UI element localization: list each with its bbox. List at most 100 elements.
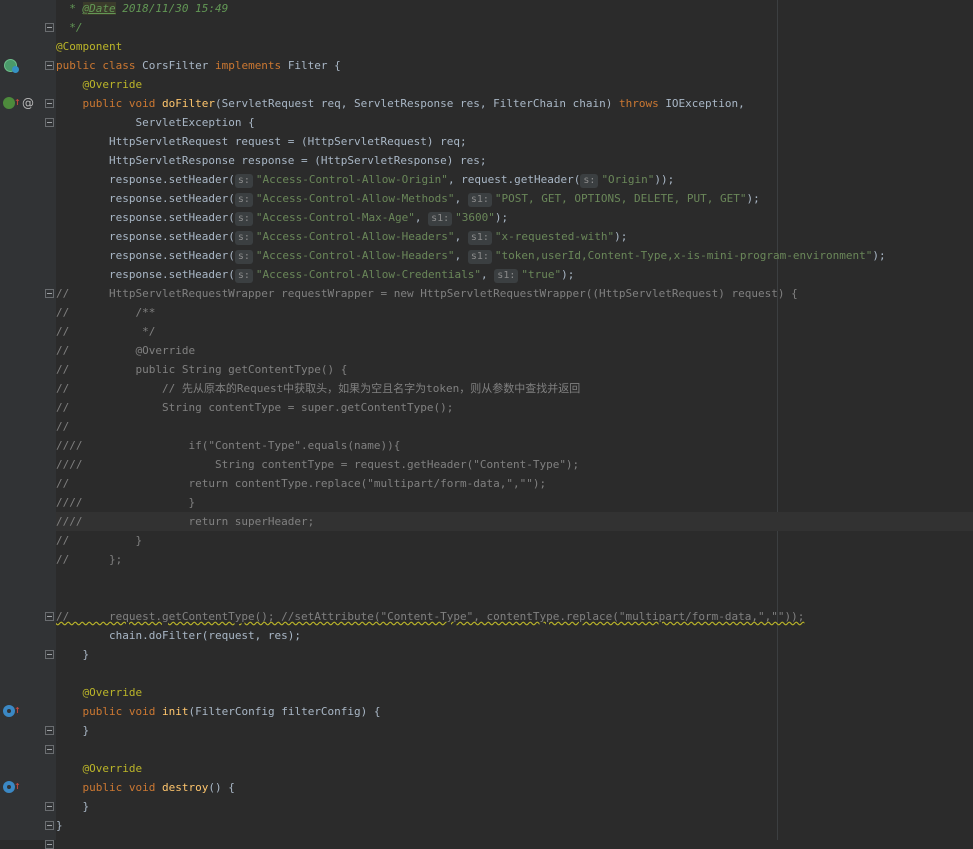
code-token: // public String getContentType() { [56,363,348,376]
code-line[interactable]: response.setHeader(s: "Access-Control-All… [56,227,973,246]
code-line[interactable]: public void doFilter(ServletRequest req,… [56,94,973,113]
code-token: Filter { [287,59,341,72]
code-token: "token,userId,Content-Type,x-is-mini-pro… [494,249,873,262]
code-token: "Access-Control-Allow-Credentials" [255,268,482,281]
code-token: @Date [82,2,116,15]
code-line[interactable]: } [56,816,973,835]
parameter-hint: s: [234,193,253,207]
code-token: IOException, [665,97,745,110]
code-token: public class [56,59,143,72]
code-line[interactable]: response.setHeader(s: "Access-Control-All… [56,170,973,189]
code-token: "x-requested-with" [494,230,615,243]
code-token: ServletException { [135,116,255,129]
code-line[interactable]: HttpServletRequest request = (HttpServle… [56,132,973,151]
code-token: //// } [56,496,196,509]
code-line[interactable]: //// if("Content-Type".equals(name)){ [56,436,973,455]
code-line[interactable]: // [56,417,973,436]
parameter-hint: s: [234,174,253,188]
code-token: implements [214,59,288,72]
code-line[interactable]: // return contentType.replace("multipart… [56,474,973,493]
code-token: } [82,648,90,661]
code-token: chain.doFilter(request, res); [108,629,302,642]
code-token: // // 先从原本的Request中获取头，如果为空且名字为token，则从参… [56,382,581,395]
code-token: public void [82,781,162,794]
code-line[interactable]: @Override [56,75,973,94]
code-line[interactable]: response.setHeader(s: "Access-Control-All… [56,189,973,208]
code-line[interactable]: // }; [56,550,973,569]
code-line[interactable]: } [56,797,973,816]
code-token: @Component [56,40,123,53]
code-token: // @Override [56,344,196,357]
code-line[interactable]: // // 先从原本的Request中获取头，如果为空且名字为token，则从参… [56,379,973,398]
code-line[interactable] [56,588,973,607]
code-token: "Access-Control-Allow-Headers" [255,230,455,243]
code-token: 2018/11/30 15:49 [115,2,229,15]
code-line[interactable]: @Override [56,683,973,702]
code-line[interactable]: @Component [56,37,973,56]
code-token: "Access-Control-Allow-Headers" [255,249,455,262]
code-token: , [454,230,468,243]
code-line[interactable]: //// String contentType = request.getHea… [56,455,973,474]
code-line[interactable]: */ [56,18,973,37]
code-token: response.setHeader( [108,173,235,186]
code-token: // return contentType.replace("multipart… [56,477,547,490]
code-line[interactable]: @Override [56,759,973,778]
code-line[interactable]: response.setHeader(s: "Access-Control-Max… [56,208,973,227]
code-line[interactable]: response.setHeader(s: "Access-Control-All… [56,265,973,284]
code-line[interactable]: // @Override [56,341,973,360]
code-line[interactable]: public class CorsFilter implements Filte… [56,56,973,75]
code-line[interactable]: response.setHeader(s: "Access-Control-All… [56,246,973,265]
code-token: "Access-Control-Allow-Origin" [255,173,448,186]
parameter-hint: s1: [467,193,492,207]
code-line[interactable]: // public String getContentType() { [56,360,973,379]
code-line[interactable]: } [56,721,973,740]
code-line[interactable] [56,740,973,759]
code-token: } [82,800,90,813]
code-line[interactable]: HttpServletResponse response = (HttpServ… [56,151,973,170]
code-line[interactable]: // /** [56,303,973,322]
parameter-hint: s1: [467,231,492,245]
code-line[interactable]: } [56,645,973,664]
code-editor[interactable]: ↑ @ ↑ ↑ * @Date 2018/11/30 15:49 */@Compone… [0,0,973,849]
code-token: CorsFilter [142,59,215,72]
code-token: )); [654,173,675,186]
code-line[interactable]: public void destroy() { [56,778,973,797]
code-area[interactable]: * @Date 2018/11/30 15:49 */ @Component pub… [0,0,973,840]
code-line[interactable]: // HttpServletRequestWrapper requestWrap… [56,284,973,303]
code-token: //// return superHeader; [56,515,315,528]
code-line[interactable]: // */ [56,322,973,341]
code-line[interactable] [56,569,973,588]
parameter-hint: s: [234,212,253,226]
code-line[interactable]: //// } [56,493,973,512]
code-line[interactable] [56,664,973,683]
parameter-hint: s1: [467,250,492,264]
code-token: // HttpServletRequestWrapper requestWrap… [56,287,798,300]
code-line[interactable]: chain.doFilter(request, res); [56,626,973,645]
code-token: (ServletRequest req, ServletResponse res… [214,97,619,110]
code-token: "3600" [455,211,495,224]
code-token: response.setHeader( [108,192,235,205]
code-line[interactable]: public void init(FilterConfig filterConf… [56,702,973,721]
code-line[interactable]: // } [56,531,973,550]
code-token: @Override [82,686,143,699]
code-line[interactable]: * @Date 2018/11/30 15:49 [56,0,973,18]
code-line[interactable]: // String contentType = super.getContent… [56,398,973,417]
code-line[interactable]: ServletException { [56,113,973,132]
code-line[interactable]: // request.getContentType(); //setAttrib… [56,607,973,626]
fold-marker[interactable] [45,840,54,849]
code-token: "Access-Control-Allow-Methods" [255,192,455,205]
code-line[interactable]: //// return superHeader; [56,512,973,531]
code-token: // }; [56,553,123,566]
code-token: ); [746,192,760,205]
